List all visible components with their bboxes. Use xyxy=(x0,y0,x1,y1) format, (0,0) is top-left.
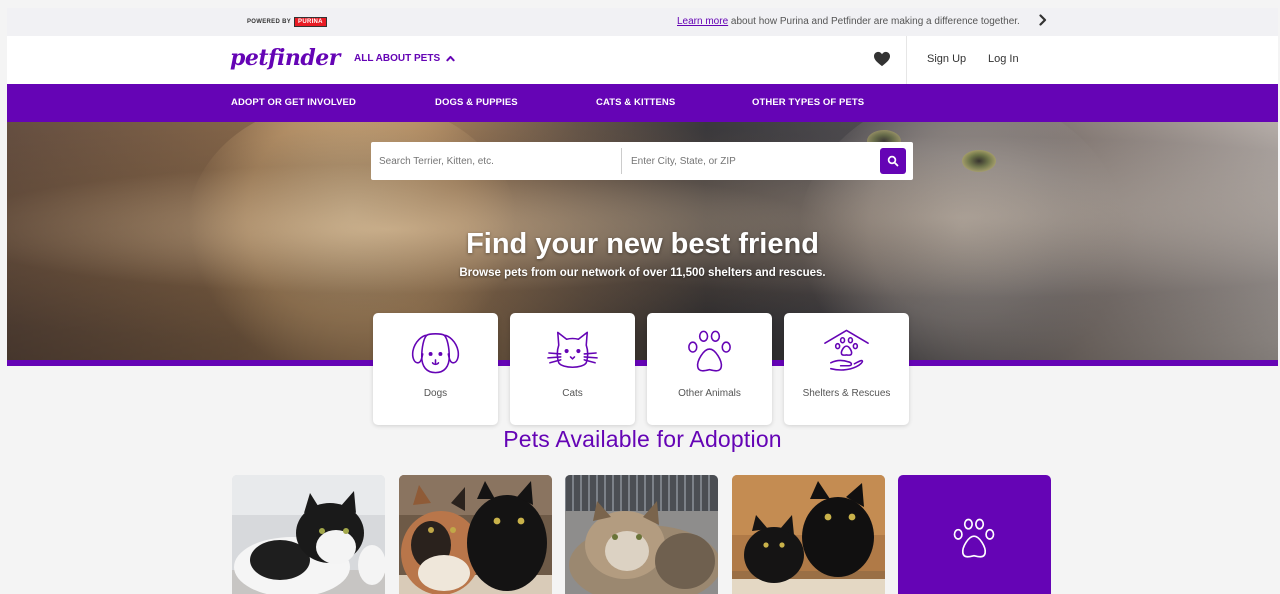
powered-by-label: POWERED BY xyxy=(247,19,292,25)
header-divider xyxy=(906,36,907,84)
pet-photo xyxy=(565,475,718,594)
category-label-other-animals: Other Animals xyxy=(678,388,741,399)
category-label-dogs: Dogs xyxy=(423,388,448,399)
powered-by-purina[interactable]: POWERED BY PURINA xyxy=(247,17,327,27)
cat-icon xyxy=(547,331,598,369)
petfinder-logo[interactable]: petfinder xyxy=(230,45,340,71)
search-button[interactable] xyxy=(880,148,906,174)
pet-photo xyxy=(232,475,385,594)
pet-photo xyxy=(399,475,552,594)
pet-card[interactable] xyxy=(232,475,385,594)
nav-cats-and-kittens[interactable]: CATS & KITTENS xyxy=(596,97,675,108)
pet-search-input[interactable] xyxy=(379,142,614,180)
location-input[interactable] xyxy=(631,142,871,180)
hero-banner: Find your new best friend Browse pets fr… xyxy=(7,122,1278,360)
category-card-shelters-and-rescues[interactable]: Shelters & Rescues xyxy=(784,313,909,425)
purina-logo: PURINA xyxy=(294,17,327,27)
search-icon xyxy=(887,155,899,167)
nav-other-types-of-pets[interactable]: OTHER TYPES OF PETS xyxy=(752,97,864,108)
browser-viewport: POWERED BY PURINA Learn more about how P… xyxy=(7,8,1278,594)
chevron-right-icon[interactable] xyxy=(1039,14,1047,29)
page: POWERED BY PURINA Learn more about how P… xyxy=(0,0,1280,594)
sign-up-link[interactable]: Sign Up xyxy=(927,53,966,65)
promo-message-text: about how Purina and Petfinder are makin… xyxy=(728,16,1020,27)
favorites-heart-icon[interactable] xyxy=(873,51,891,67)
site-header: petfinder ALL ABOUT PETS Sign Up Log In xyxy=(7,36,1278,84)
category-label-shelters-and-rescues: Shelters & Rescues xyxy=(802,388,891,399)
paw-icon xyxy=(953,518,995,558)
nav-adopt-or-get-involved[interactable]: ADOPT OR GET INVOLVED xyxy=(231,97,356,108)
pet-card[interactable] xyxy=(399,475,552,594)
shelter-icon xyxy=(824,329,869,371)
search-bar xyxy=(371,142,913,180)
promo-message: Learn more about how Purina and Petfinde… xyxy=(677,16,1020,27)
all-about-pets-label: ALL ABOUT PETS xyxy=(354,53,441,64)
more-pets-card[interactable] xyxy=(898,475,1051,594)
category-card-dogs[interactable]: Dogs xyxy=(373,313,498,425)
pets-available-title: Pets Available for Adoption xyxy=(503,426,782,452)
promo-bar: POWERED BY PURINA Learn more about how P… xyxy=(7,8,1278,36)
paw-icon xyxy=(688,330,731,372)
category-card-other-animals[interactable]: Other Animals xyxy=(647,313,772,425)
hero-subtitle: Browse pets from our network of over 11,… xyxy=(459,267,826,279)
log-in-link[interactable]: Log In xyxy=(988,53,1019,65)
hero-purple-stripe xyxy=(7,360,1278,366)
chevron-up-icon xyxy=(446,55,455,62)
search-divider xyxy=(621,148,622,174)
dog-icon xyxy=(411,333,460,374)
category-card-cats[interactable]: Cats xyxy=(510,313,635,425)
pet-card[interactable] xyxy=(565,475,718,594)
learn-more-link[interactable]: Learn more xyxy=(677,16,728,27)
pet-card[interactable] xyxy=(732,475,885,594)
all-about-pets-menu[interactable]: ALL ABOUT PETS xyxy=(354,53,455,64)
main-nav: ADOPT OR GET INVOLVED DOGS & PUPPIES CAT… xyxy=(7,84,1278,122)
pet-photo xyxy=(732,475,885,594)
hero-title: Find your new best friend xyxy=(466,228,819,260)
category-label-cats: Cats xyxy=(562,388,583,399)
nav-dogs-and-puppies[interactable]: DOGS & PUPPIES xyxy=(435,97,518,108)
